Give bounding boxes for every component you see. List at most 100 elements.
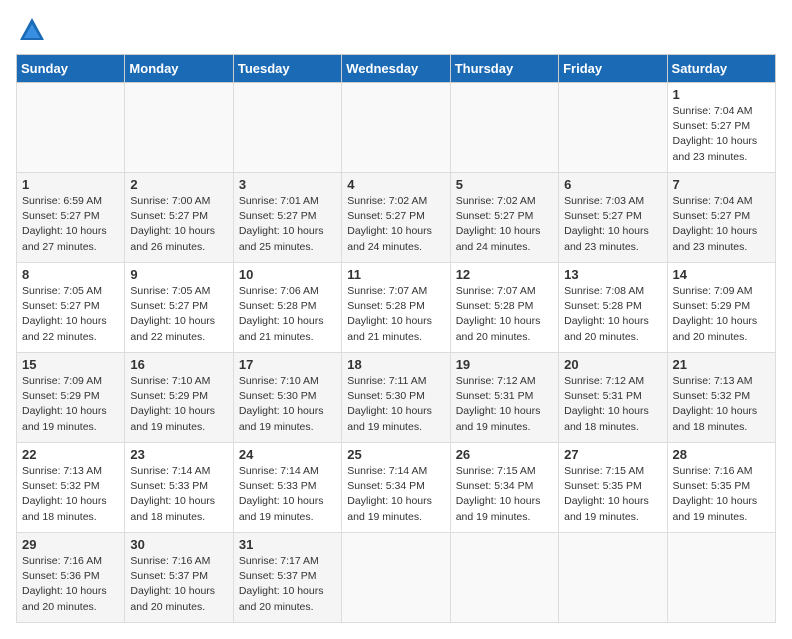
calendar-cell: 19 Sunrise: 7:12 AM Sunset: 5:31 PM Dayli… <box>450 353 558 443</box>
day-number: 10 <box>239 267 336 282</box>
day-info: Sunrise: 7:02 AM Sunset: 5:27 PM Dayligh… <box>347 194 444 255</box>
header-tuesday: Tuesday <box>233 55 341 83</box>
calendar-header-row: SundayMondayTuesdayWednesdayThursdayFrid… <box>17 55 776 83</box>
day-info: Sunrise: 7:16 AM Sunset: 5:36 PM Dayligh… <box>22 554 119 615</box>
day-info: Sunrise: 7:01 AM Sunset: 5:27 PM Dayligh… <box>239 194 336 255</box>
day-number: 12 <box>456 267 553 282</box>
calendar-cell: 1 Sunrise: 7:04 AM Sunset: 5:27 PM Daylig… <box>667 83 775 173</box>
day-info: Sunrise: 7:10 AM Sunset: 5:30 PM Dayligh… <box>239 374 336 435</box>
day-info: Sunrise: 7:12 AM Sunset: 5:31 PM Dayligh… <box>564 374 661 435</box>
day-number: 27 <box>564 447 661 462</box>
calendar-cell: 31 Sunrise: 7:17 AM Sunset: 5:37 PM Dayli… <box>233 533 341 623</box>
day-info: Sunrise: 7:05 AM Sunset: 5:27 PM Dayligh… <box>22 284 119 345</box>
day-number: 11 <box>347 267 444 282</box>
calendar-cell: 4 Sunrise: 7:02 AM Sunset: 5:27 PM Daylig… <box>342 173 450 263</box>
day-info: Sunrise: 7:02 AM Sunset: 5:27 PM Dayligh… <box>456 194 553 255</box>
day-number: 23 <box>130 447 227 462</box>
day-info: Sunrise: 7:13 AM Sunset: 5:32 PM Dayligh… <box>22 464 119 525</box>
calendar-cell: 23 Sunrise: 7:14 AM Sunset: 5:33 PM Dayli… <box>125 443 233 533</box>
day-number: 13 <box>564 267 661 282</box>
day-number: 3 <box>239 177 336 192</box>
calendar-cell: 24 Sunrise: 7:14 AM Sunset: 5:33 PM Dayli… <box>233 443 341 533</box>
day-number: 8 <box>22 267 119 282</box>
calendar-cell: 20Sunrise: 7:12 AM Sunset: 5:31 PM Dayli… <box>559 353 667 443</box>
day-number: 4 <box>347 177 444 192</box>
day-number: 5 <box>456 177 553 192</box>
calendar-cell <box>559 83 667 173</box>
calendar-cell <box>342 533 450 623</box>
calendar-cell <box>125 83 233 173</box>
calendar-table: SundayMondayTuesdayWednesdayThursdayFrid… <box>16 54 776 623</box>
calendar-cell <box>559 533 667 623</box>
calendar-cell <box>233 83 341 173</box>
calendar-week-4: 15Sunrise: 7:09 AM Sunset: 5:29 PM Dayli… <box>17 353 776 443</box>
day-info: Sunrise: 7:11 AM Sunset: 5:30 PM Dayligh… <box>347 374 444 435</box>
day-info: Sunrise: 7:14 AM Sunset: 5:33 PM Dayligh… <box>239 464 336 525</box>
calendar-cell: 16Sunrise: 7:10 AM Sunset: 5:29 PM Dayli… <box>125 353 233 443</box>
day-info: Sunrise: 7:13 AM Sunset: 5:32 PM Dayligh… <box>673 374 770 435</box>
calendar-cell: 6Sunrise: 7:03 AM Sunset: 5:27 PM Daylig… <box>559 173 667 263</box>
calendar-week-1: 1 Sunrise: 7:04 AM Sunset: 5:27 PM Daylig… <box>17 83 776 173</box>
day-info: Sunrise: 7:07 AM Sunset: 5:28 PM Dayligh… <box>347 284 444 345</box>
calendar-cell: 28 Sunrise: 7:16 AM Sunset: 5:35 PM Dayli… <box>667 443 775 533</box>
calendar-cell: 12 Sunrise: 7:07 AM Sunset: 5:28 PM Dayli… <box>450 263 558 353</box>
day-number: 7 <box>673 177 770 192</box>
day-info: Sunrise: 7:00 AM Sunset: 5:27 PM Dayligh… <box>130 194 227 255</box>
day-number: 24 <box>239 447 336 462</box>
calendar-cell: 9 Sunrise: 7:05 AM Sunset: 5:27 PM Daylig… <box>125 263 233 353</box>
calendar-cell: 18 Sunrise: 7:11 AM Sunset: 5:30 PM Dayli… <box>342 353 450 443</box>
day-number: 2 <box>130 177 227 192</box>
day-number: 19 <box>456 357 553 372</box>
day-info: Sunrise: 7:08 AM Sunset: 5:28 PM Dayligh… <box>564 284 661 345</box>
day-info: Sunrise: 7:17 AM Sunset: 5:37 PM Dayligh… <box>239 554 336 615</box>
calendar-cell: 29 Sunrise: 7:16 AM Sunset: 5:36 PM Dayli… <box>17 533 125 623</box>
day-info: Sunrise: 7:09 AM Sunset: 5:29 PM Dayligh… <box>673 284 770 345</box>
day-info: Sunrise: 7:16 AM Sunset: 5:35 PM Dayligh… <box>673 464 770 525</box>
day-info: Sunrise: 7:15 AM Sunset: 5:35 PM Dayligh… <box>564 464 661 525</box>
header-sunday: Sunday <box>17 55 125 83</box>
calendar-cell <box>450 83 558 173</box>
calendar-cell: 10Sunrise: 7:06 AM Sunset: 5:28 PM Dayli… <box>233 263 341 353</box>
day-number: 18 <box>347 357 444 372</box>
day-info: Sunrise: 7:12 AM Sunset: 5:31 PM Dayligh… <box>456 374 553 435</box>
logo-icon <box>18 16 46 44</box>
day-number: 25 <box>347 447 444 462</box>
day-info: Sunrise: 7:04 AM Sunset: 5:27 PM Dayligh… <box>673 104 770 165</box>
day-number: 9 <box>130 267 227 282</box>
calendar-cell: 26 Sunrise: 7:15 AM Sunset: 5:34 PM Dayli… <box>450 443 558 533</box>
calendar-cell <box>450 533 558 623</box>
day-number: 29 <box>22 537 119 552</box>
calendar-cell: 30 Sunrise: 7:16 AM Sunset: 5:37 PM Dayli… <box>125 533 233 623</box>
day-number: 17 <box>239 357 336 372</box>
calendar-cell: 21Sunrise: 7:13 AM Sunset: 5:32 PM Dayli… <box>667 353 775 443</box>
calendar-cell: 13 Sunrise: 7:08 AM Sunset: 5:28 PM Dayli… <box>559 263 667 353</box>
calendar-cell: 17 Sunrise: 7:10 AM Sunset: 5:30 PM Dayli… <box>233 353 341 443</box>
day-number: 15 <box>22 357 119 372</box>
calendar-cell: 14Sunrise: 7:09 AM Sunset: 5:29 PM Dayli… <box>667 263 775 353</box>
day-number: 28 <box>673 447 770 462</box>
day-info: Sunrise: 7:14 AM Sunset: 5:34 PM Dayligh… <box>347 464 444 525</box>
day-number: 31 <box>239 537 336 552</box>
day-info: Sunrise: 7:15 AM Sunset: 5:34 PM Dayligh… <box>456 464 553 525</box>
day-number: 26 <box>456 447 553 462</box>
day-number: 16 <box>130 357 227 372</box>
page-header <box>16 16 776 44</box>
day-number: 30 <box>130 537 227 552</box>
day-number: 22 <box>22 447 119 462</box>
logo <box>16 16 46 44</box>
day-number: 1 <box>673 87 770 102</box>
calendar-cell <box>667 533 775 623</box>
calendar-cell <box>17 83 125 173</box>
calendar-cell: 5 Sunrise: 7:02 AM Sunset: 5:27 PM Daylig… <box>450 173 558 263</box>
calendar-cell: 1Sunrise: 6:59 AM Sunset: 5:27 PM Daylig… <box>17 173 125 263</box>
day-info: Sunrise: 7:05 AM Sunset: 5:27 PM Dayligh… <box>130 284 227 345</box>
day-info: Sunrise: 7:14 AM Sunset: 5:33 PM Dayligh… <box>130 464 227 525</box>
day-info: Sunrise: 6:59 AM Sunset: 5:27 PM Dayligh… <box>22 194 119 255</box>
calendar-cell <box>342 83 450 173</box>
calendar-week-5: 22 Sunrise: 7:13 AM Sunset: 5:32 PM Dayli… <box>17 443 776 533</box>
day-info: Sunrise: 7:16 AM Sunset: 5:37 PM Dayligh… <box>130 554 227 615</box>
day-info: Sunrise: 7:04 AM Sunset: 5:27 PM Dayligh… <box>673 194 770 255</box>
calendar-cell: 15Sunrise: 7:09 AM Sunset: 5:29 PM Dayli… <box>17 353 125 443</box>
day-info: Sunrise: 7:07 AM Sunset: 5:28 PM Dayligh… <box>456 284 553 345</box>
header-thursday: Thursday <box>450 55 558 83</box>
